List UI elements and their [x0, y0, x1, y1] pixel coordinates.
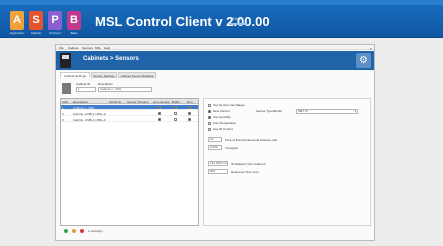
app-tile-b[interactable]: B Bake	[67, 11, 81, 35]
cell-description: Cabinet 1 - MSL	[73, 106, 95, 110]
option-temperature[interactable]: Use Temperature	[208, 121, 236, 125]
table-row[interactable]: 2 Cab No. 2 DB-1 / MSL-2	[61, 111, 198, 116]
app-tile-letter: B	[70, 14, 78, 26]
window-menu-bar: File Cabinet Sensors MSL Help x	[56, 45, 374, 51]
menu-help[interactable]: Help	[104, 46, 110, 50]
cell-addr: 3	[62, 118, 64, 122]
tab-cabinet-settings[interactable]: Cabinet Settings	[60, 72, 90, 78]
hum-checkbox[interactable]	[158, 112, 161, 115]
menu-sensors[interactable]: Sensors	[82, 46, 93, 50]
cell-addr: 2	[62, 112, 64, 116]
delete-icon[interactable]	[80, 229, 84, 233]
response-time-field[interactable]: 502	[208, 169, 228, 174]
col-serial[interactable]: Serial No.	[109, 100, 122, 104]
col-description[interactable]: Description	[73, 100, 88, 104]
app-tile-letter: P	[51, 14, 59, 26]
col-channel[interactable]: Sensor Channel	[127, 100, 149, 104]
checkbox[interactable]	[208, 121, 211, 125]
description-label: Description	[98, 82, 114, 86]
col-addr[interactable]: Addr	[62, 100, 68, 104]
option-label: Use ID Control	[213, 127, 233, 131]
run-checkbox[interactable]	[188, 112, 191, 115]
checkbox[interactable]	[208, 103, 211, 107]
buffer-checkbox[interactable]	[174, 118, 177, 121]
ip-address-label: IP Address (Your Cabinet)	[231, 162, 266, 166]
option-humidity[interactable]: Use Humidity	[208, 115, 231, 119]
tab-cabinet-sensor-readers[interactable]: Cabinet Sensor Readers	[118, 72, 156, 78]
description-field[interactable]: Cabinet 1 - MSL	[98, 87, 152, 92]
hum-checkbox[interactable]	[158, 106, 161, 109]
option-id-control[interactable]: Use ID Control	[208, 127, 233, 131]
checkbox[interactable]	[208, 115, 211, 119]
option-dew-control[interactable]: Dew Control	[208, 109, 230, 113]
window-header: Cabinets > Sensors ⚙	[56, 51, 374, 70]
hum-checkbox[interactable]	[158, 118, 161, 121]
option-label: Use Sensor Use Range	[213, 103, 245, 107]
interval-field[interactable]: 10	[208, 137, 222, 142]
tab-sensor-settings[interactable]: Sensor Settings	[91, 72, 117, 78]
timespan-field[interactable]: 2,000	[208, 145, 222, 150]
response-time-label: Response Time (ms)	[231, 170, 259, 174]
chevron-down-icon: ▾	[354, 109, 356, 113]
cabinet-id-field[interactable]: 1	[76, 87, 96, 92]
cabinet-window: File Cabinet Sensors MSL Help x Cabinets…	[55, 44, 375, 241]
app-tile-p[interactable]: P Protocol	[48, 11, 62, 35]
app-top-strip	[0, 0, 443, 5]
status-indicator	[230, 23, 246, 25]
header-breadcrumb: Cabinets > Sensors	[83, 56, 139, 62]
app-title: MSL Control Client v 2.00.00	[95, 14, 270, 29]
buffer-checkbox[interactable]	[174, 106, 177, 109]
grid-header: Addr Description Serial No. Sensor Chann…	[61, 99, 198, 104]
cell-description: Cab No. 2 DB-1 / MSL-2	[73, 112, 106, 116]
col-hum-sensor[interactable]: Hum Sensor	[153, 100, 170, 104]
remove-icon[interactable]	[72, 229, 76, 233]
save-icon[interactable]	[60, 53, 71, 68]
add-icon[interactable]	[64, 229, 68, 233]
app-tile-a[interactable]: A Application	[10, 11, 24, 35]
app-tile-caption: Cabinet	[30, 31, 42, 35]
col-buffer[interactable]: Buffer	[172, 100, 180, 104]
app-tile-letter: A	[13, 14, 21, 26]
app-tile-caption: Bake	[70, 31, 78, 35]
ip-address-field[interactable]: 192.168.0.100	[208, 161, 228, 166]
sensor-type-label: Sensor Type/Model	[256, 109, 282, 113]
cabinet-settings-panel: Use Sensor Use Range Dew Control Use Hum…	[203, 98, 371, 226]
app-tile-letter: S	[32, 14, 40, 26]
gear-icon[interactable]: ⚙	[356, 53, 371, 68]
menu-file[interactable]: File	[59, 46, 64, 50]
option-label: Dew Control	[213, 109, 230, 113]
timespan-label: Timespan	[225, 146, 239, 150]
cabinet-icon	[62, 83, 71, 94]
grid-footer: 1 record(s)	[60, 228, 199, 236]
checkbox[interactable]	[208, 127, 211, 131]
menu-msl[interactable]: MSL	[95, 46, 101, 50]
table-row[interactable]: 1 Cabinet 1 - MSL	[61, 105, 198, 110]
run-checkbox[interactable]	[188, 118, 191, 121]
col-run[interactable]: Run	[187, 100, 193, 104]
option-sensor-range[interactable]: Use Sensor Use Range	[208, 103, 245, 107]
status-link[interactable]: Status	[232, 16, 243, 21]
sensor-type-select[interactable]: SHT 7x ▾	[296, 109, 358, 114]
app-tile-s[interactable]: S Cabinet	[29, 11, 43, 35]
record-count: 1 record(s)	[88, 229, 103, 233]
app-tile-caption: Application	[9, 31, 25, 35]
cell-description: Cab No. 3 DB-1 / MSL-3	[73, 118, 106, 122]
option-label: Use Humidity	[213, 115, 231, 119]
option-label: Use Temperature	[213, 121, 236, 125]
sensor-type-value: SHT 7x	[298, 109, 308, 113]
buffer-checkbox[interactable]	[174, 112, 177, 115]
app-tile-caption: Protocol	[49, 31, 61, 35]
cell-addr: 1	[62, 106, 64, 110]
run-checkbox[interactable]	[188, 106, 191, 109]
interval-label: Time of Interval (Seconds between cal)	[225, 138, 277, 142]
sensor-grid: Addr Description Serial No. Sensor Chann…	[60, 98, 199, 226]
checkbox[interactable]	[208, 109, 211, 113]
menu-cabinet[interactable]: Cabinet	[68, 46, 78, 50]
table-row[interactable]: 3 Cab No. 3 DB-1 / MSL-3	[61, 117, 198, 122]
cabinet-id-panel: Cabinet ID Description 1 Cabinet 1 - MSL	[60, 80, 154, 97]
cabinet-id-label: Cabinet ID	[76, 82, 91, 86]
